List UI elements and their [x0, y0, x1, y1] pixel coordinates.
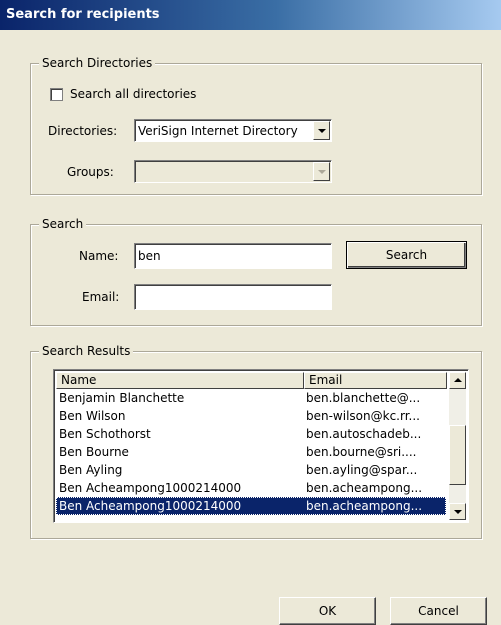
- directories-dropdown-arrow[interactable]: [313, 121, 330, 140]
- scroll-thumb[interactable]: [449, 425, 466, 485]
- results-list[interactable]: Name Email Benjamin Blanchette ben.blanc…: [53, 369, 469, 523]
- row-email: ben.bourne@sri....: [306, 445, 417, 459]
- ok-button-label: OK: [318, 604, 337, 618]
- name-input-value: ben: [138, 249, 161, 263]
- row-name: Ben Bourne: [59, 445, 129, 459]
- row-email: ben.acheampong...: [306, 481, 423, 495]
- scroll-up-button[interactable]: [449, 372, 466, 389]
- title-bar[interactable]: Search for recipients: [0, 0, 501, 30]
- column-header-name[interactable]: Name: [56, 372, 304, 389]
- directories-label: Directories:: [48, 124, 118, 138]
- chevron-down-icon: [318, 170, 326, 174]
- search-button[interactable]: Search: [346, 241, 467, 269]
- search-results-legend: Search Results: [39, 343, 134, 359]
- row-name: Ben Acheampong1000214000: [59, 499, 242, 513]
- row-email: ben.autoschadeb...: [306, 427, 422, 441]
- groups-dropdown-arrow[interactable]: [313, 162, 330, 181]
- email-input[interactable]: [134, 284, 332, 310]
- name-input[interactable]: ben: [134, 243, 332, 269]
- row-email: ben-wilson@kc.rr...: [306, 409, 420, 423]
- row-name: Ben Wilson: [59, 409, 126, 423]
- list-item-selected[interactable]: Ben Acheampong1000214000 ben.acheampong.…: [56, 497, 446, 515]
- scroll-down-button[interactable]: [449, 503, 466, 520]
- vertical-scrollbar[interactable]: [449, 372, 466, 520]
- search-recipients-dialog: Search for recipients Search Directories…: [0, 0, 501, 625]
- list-item[interactable]: Ben Bourne ben.bourne@sri....: [56, 443, 446, 461]
- search-button-label: Search: [385, 248, 428, 262]
- search-group: Search: [30, 216, 482, 326]
- cancel-button[interactable]: Cancel: [390, 597, 487, 625]
- column-header-email[interactable]: Email: [304, 372, 447, 389]
- row-name: Ben Acheampong1000214000: [59, 481, 242, 495]
- chevron-down-icon: [318, 129, 326, 133]
- ok-button[interactable]: OK: [279, 597, 376, 625]
- row-email: ben.ayling@spar...: [306, 463, 418, 477]
- row-email: ben.blanchette@...: [306, 391, 421, 405]
- name-label: Name:: [79, 249, 119, 263]
- row-name: Ben Schothorst: [59, 427, 151, 441]
- list-item[interactable]: Ben Schothorst ben.autoschadeb...: [56, 425, 446, 443]
- email-label: Email:: [82, 290, 120, 304]
- list-item[interactable]: Ben Ayling ben.ayling@spar...: [56, 461, 446, 479]
- row-name: Ben Ayling: [59, 463, 123, 477]
- directories-value: VeriSign Internet Directory: [138, 124, 298, 138]
- search-all-directories-checkbox[interactable]: [50, 88, 63, 101]
- window-title: Search for recipients: [6, 7, 160, 22]
- arrow-up-icon: [454, 378, 462, 382]
- directories-dropdown[interactable]: VeriSign Internet Directory: [134, 119, 332, 142]
- row-name: Benjamin Blanchette: [59, 391, 185, 405]
- arrow-down-icon: [454, 510, 462, 514]
- list-item[interactable]: Ben Acheampong1000214000 ben.acheampong.…: [56, 479, 446, 497]
- search-directories-legend: Search Directories: [39, 55, 156, 71]
- groups-label: Groups:: [67, 165, 114, 179]
- cancel-button-label: Cancel: [418, 604, 459, 618]
- row-email: ben.acheampong...: [306, 499, 423, 513]
- groups-dropdown[interactable]: [134, 160, 332, 183]
- list-item[interactable]: Ben Wilson ben-wilson@kc.rr...: [56, 407, 446, 425]
- search-legend: Search: [39, 216, 87, 232]
- search-all-directories-label: Search all directories: [70, 87, 197, 101]
- list-item[interactable]: Benjamin Blanchette ben.blanchette@...: [56, 389, 446, 407]
